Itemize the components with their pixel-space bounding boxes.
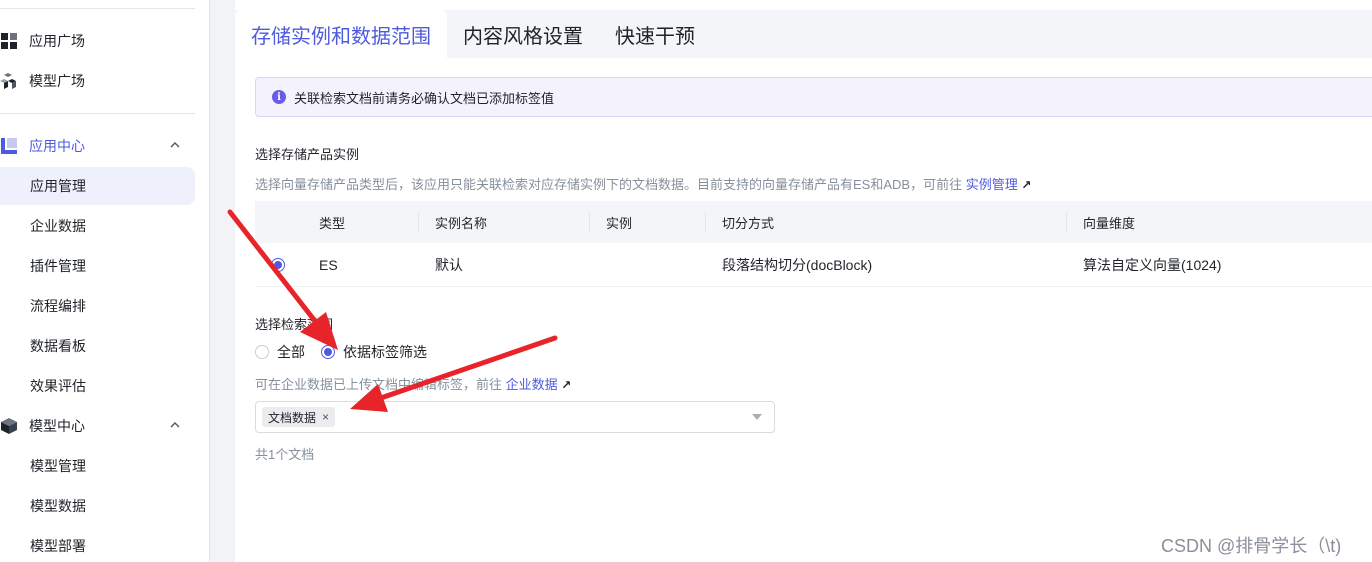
sidebar-item-flow-orchestration[interactable]: 流程编排 [0, 287, 195, 325]
sidebar-item-label: 应用广场 [29, 33, 85, 49]
scope-hint: 可在企业数据已上传文档中编辑标签，前往 企业数据 ↗ [255, 374, 571, 393]
tab-content-style[interactable]: 内容风格设置 [447, 10, 599, 58]
cell-type: ES [319, 256, 338, 273]
sidebar-group-model-center[interactable]: 模型中心 [0, 407, 195, 445]
column-divider [705, 212, 706, 232]
grid-icon [0, 32, 18, 50]
column-divider [418, 212, 419, 232]
notice-text: 关联检索文档前请务必确认文档已添加标签值 [294, 90, 555, 106]
scope-radio-group: 全部 依据标签筛选 [255, 342, 443, 362]
notice-banner: i 关联检索文档前请务必确认文档已添加标签值 [255, 77, 1372, 117]
external-link-icon: ↗ [561, 378, 572, 392]
scope-option-by-tag[interactable]: 依据标签筛选 [321, 342, 427, 362]
chevron-up-icon [170, 422, 180, 428]
sidebar: 应用广场 模型广场 应用中心 应用管理 企业数据 插件管理 流程编排 数据看板 … [0, 0, 210, 562]
sidebar-item-label: 流程编排 [30, 298, 86, 314]
sidebar-item-label: 应用中心 [29, 138, 85, 154]
sidebar-item-model-deployment[interactable]: 模型部署 [0, 527, 195, 562]
sidebar-item-label: 企业数据 [30, 218, 86, 234]
sidebar-item-label: 应用管理 [30, 178, 86, 194]
sidebar-item-label: 插件管理 [30, 258, 86, 274]
sidebar-group-app-center[interactable]: 应用中心 [0, 127, 195, 165]
scope-hint-text: 可在企业数据已上传文档中编辑标签，前往 [255, 377, 503, 392]
tab-quick-intervention[interactable]: 快速干预 [599, 10, 711, 58]
sidebar-divider [0, 113, 195, 114]
sidebar-item-label: 模型管理 [30, 458, 86, 474]
table-row[interactable]: ES 默认 段落结构切分(docBlock) 算法自定义向量(1024) [255, 243, 1372, 287]
selected-tag: 文档数据 × [262, 407, 336, 427]
column-header-instance-name: 实例名称 [435, 215, 488, 231]
cell-split-method: 段落结构切分(docBlock) [722, 256, 873, 273]
column-header-split-method: 切分方式 [722, 215, 775, 231]
radio-all[interactable] [255, 345, 269, 359]
storage-hint-text: 选择向量存储产品类型后，该应用只能关联检索对应存储实例下的文档数据。目前支持的向… [255, 177, 963, 192]
caret-down-icon[interactable] [752, 414, 762, 420]
column-divider [1066, 212, 1067, 232]
instance-management-link[interactable]: 实例管理 [966, 177, 1018, 192]
sidebar-item-app-management[interactable]: 应用管理 [0, 167, 195, 205]
scope-option-label: 全部 [277, 344, 305, 360]
external-link-icon: ↗ [1021, 178, 1032, 192]
scope-section-title: 选择检索范围 [255, 317, 334, 332]
sidebar-item-label: 效果评估 [30, 378, 86, 394]
watermark: CSDN @排骨学长（\t) [1161, 536, 1342, 556]
sidebar-item-label: 数据看板 [30, 338, 86, 354]
app-center-icon [0, 137, 18, 155]
cubes-icon [0, 72, 18, 90]
sidebar-divider [0, 8, 195, 9]
storage-instance-table: 类型 实例名称 实例 切分方式 向量维度 ES 默认 段落结构切分(docBlo… [255, 201, 1372, 287]
column-header-vector-dimension: 向量维度 [1083, 215, 1136, 231]
sidebar-item-model-management[interactable]: 模型管理 [0, 447, 195, 485]
cell-instance-name: 默认 [435, 256, 463, 273]
cell-vector-dimension: 算法自定义向量(1024) [1083, 256, 1222, 273]
info-icon: i [272, 90, 286, 104]
column-header-type: 类型 [319, 215, 346, 231]
tab-storage-and-scope[interactable]: 存储实例和数据范围 [235, 10, 447, 58]
scope-option-all[interactable]: 全部 [255, 342, 305, 362]
sidebar-item-app-plaza[interactable]: 应用广场 [0, 22, 195, 60]
tab-bar: 存储实例和数据范围 内容风格设置 快速干预 [235, 10, 1372, 58]
sidebar-item-label: 模型部署 [30, 538, 86, 554]
sidebar-item-label: 模型数据 [30, 498, 86, 514]
close-icon[interactable]: × [322, 410, 329, 424]
tag-select[interactable]: 文档数据 × [255, 401, 775, 433]
model-center-icon [0, 417, 18, 435]
row-radio[interactable] [271, 257, 285, 272]
main-panel: 存储实例和数据范围 内容风格设置 快速干预 i 关联检索文档前请务必确认文档已添… [235, 0, 1372, 562]
enterprise-data-link[interactable]: 企业数据 [506, 377, 558, 392]
chevron-up-icon [170, 142, 180, 148]
sidebar-item-data-dashboard[interactable]: 数据看板 [0, 327, 195, 365]
scope-option-label: 依据标签筛选 [343, 344, 427, 360]
sidebar-item-model-plaza[interactable]: 模型广场 [0, 62, 195, 100]
document-count: 共1个文档 [255, 447, 315, 462]
sidebar-item-model-data[interactable]: 模型数据 [0, 487, 195, 525]
storage-hint: 选择向量存储产品类型后，该应用只能关联检索对应存储实例下的文档数据。目前支持的向… [255, 174, 1031, 193]
sidebar-item-enterprise-data[interactable]: 企业数据 [0, 207, 195, 245]
sidebar-item-label: 模型广场 [29, 73, 85, 89]
sidebar-item-plugin-management[interactable]: 插件管理 [0, 247, 195, 285]
sidebar-item-label: 模型中心 [29, 418, 85, 434]
column-divider [589, 212, 590, 232]
storage-section-title: 选择存储产品实例 [255, 147, 360, 162]
table-header: 类型 实例名称 实例 切分方式 向量维度 [255, 201, 1372, 243]
radio-by-tag[interactable] [321, 345, 335, 359]
sidebar-item-effect-evaluation[interactable]: 效果评估 [0, 367, 195, 405]
tag-label: 文档数据 [268, 410, 317, 425]
column-header-instance: 实例 [606, 215, 633, 231]
